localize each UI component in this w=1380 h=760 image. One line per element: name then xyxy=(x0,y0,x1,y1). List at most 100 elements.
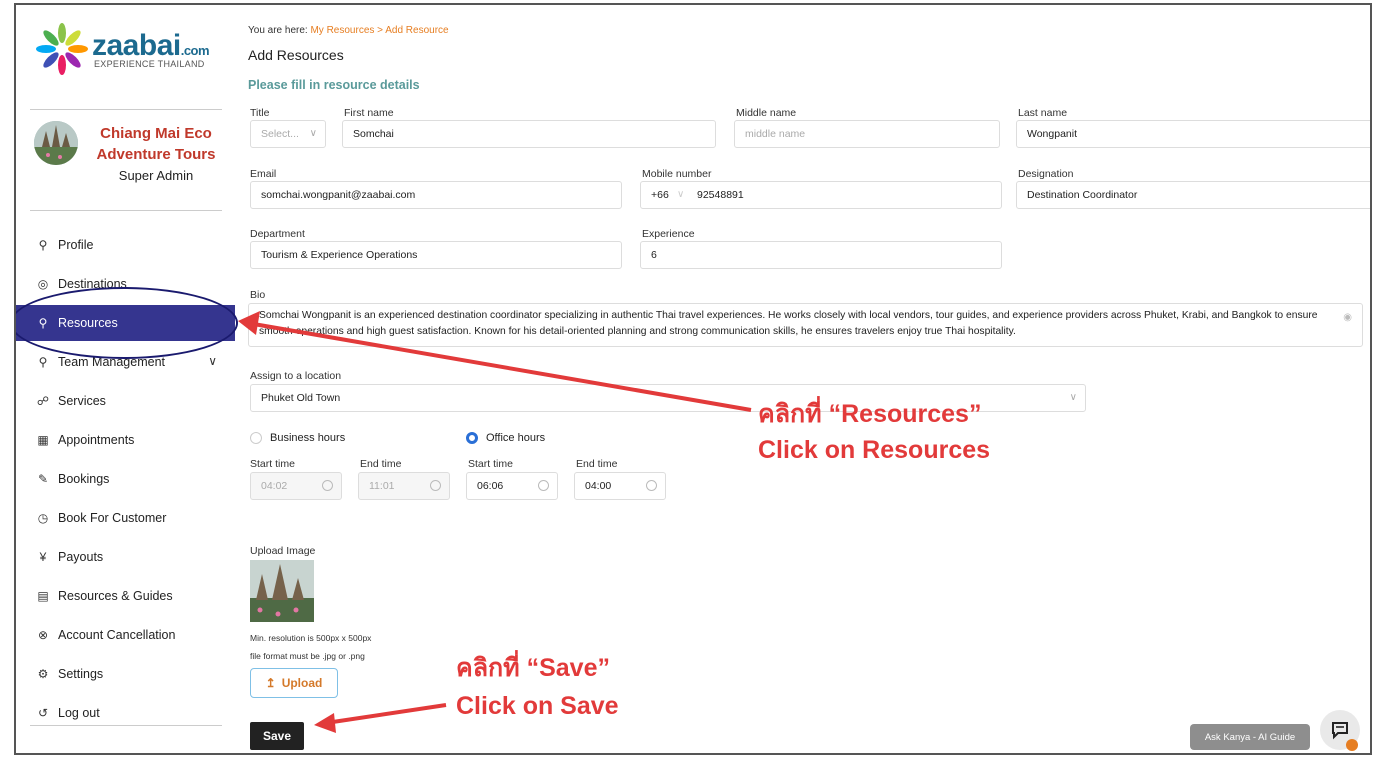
mobile-input[interactable]: +66 ∨ 92548891 xyxy=(640,181,1002,209)
sidebar-item-label: Appointments xyxy=(58,433,135,447)
bio-value: Somchai Wongpanit is an experienced dest… xyxy=(259,310,1318,337)
user-icon: ⚲ xyxy=(38,238,48,252)
brand-tagline: EXPERIENCE THAILAND xyxy=(94,59,205,69)
format-hint: file format must be .jpg or .png xyxy=(250,651,365,661)
first-name-value: Somchai xyxy=(353,128,394,140)
sidebar: zaabai.com EXPERIENCE THAILAND Chiang Ma… xyxy=(16,5,235,753)
experience-input[interactable]: 6 xyxy=(640,241,1002,269)
first-name-label: First name xyxy=(344,107,394,119)
business-hours-label: Business hours xyxy=(270,432,346,444)
clock-icon xyxy=(430,480,441,491)
last-name-value: Wongpanit xyxy=(1027,128,1078,140)
clock-icon xyxy=(646,480,657,491)
org-avatar xyxy=(34,121,78,165)
location-value: Phuket Old Town xyxy=(261,392,341,404)
currency-icon: ¥ xyxy=(39,550,47,564)
chat-icon xyxy=(1332,722,1348,740)
clock-icon xyxy=(538,480,549,491)
department-value: Tourism & Experience Operations xyxy=(261,249,418,261)
business-hours-radio[interactable]: Business hours xyxy=(250,432,345,444)
sidebar-item-appointments[interactable]: ▦ Appointments xyxy=(16,422,231,458)
ask-ai-guide-button[interactable]: Ask Kanya - AI Guide xyxy=(1190,724,1310,750)
business-end-label: End time xyxy=(360,458,402,470)
office-end-input[interactable]: 04:00 xyxy=(574,472,666,500)
office-start-input[interactable]: 06:06 xyxy=(466,472,558,500)
designation-value: Destination Coordinator xyxy=(1027,189,1138,201)
resolution-hint: Min. resolution is 500px x 500px xyxy=(250,633,372,643)
sidebar-item-label: Services xyxy=(58,394,106,408)
mobile-label: Mobile number xyxy=(642,168,712,180)
sidebar-item-label: Resources & Guides xyxy=(58,589,173,603)
office-hours-radio[interactable]: Office hours xyxy=(466,432,545,444)
page-title: Add Resources xyxy=(248,47,344,63)
sidebar-item-profile[interactable]: ⚲ Profile xyxy=(16,227,231,263)
last-name-input[interactable]: Wongpanit xyxy=(1016,120,1370,148)
breadcrumb-my-resources[interactable]: My Resources xyxy=(310,25,374,36)
zaabai-logo-icon xyxy=(36,23,88,75)
app-frame: zaabai.com EXPERIENCE THAILAND Chiang Ma… xyxy=(14,3,1372,755)
logout-icon: ↺ xyxy=(37,706,49,720)
mobile-value: 92548891 xyxy=(697,189,744,201)
breadcrumb-add-resource[interactable]: Add Resource xyxy=(385,25,448,36)
upload-button[interactable]: ↥ Upload xyxy=(250,668,338,698)
org-name: Chiang Mai Eco Adventure Tours xyxy=(96,125,216,163)
middle-name-input[interactable]: middle name xyxy=(734,120,1000,148)
email-label: Email xyxy=(250,168,277,180)
upload-label: Upload Image xyxy=(250,545,316,557)
sidebar-item-account-cancellation[interactable]: ⊗ Account Cancellation xyxy=(16,617,231,653)
sidebar-item-settings[interactable]: ⚙ Settings xyxy=(16,656,231,692)
team-icon: ⚲ xyxy=(38,355,48,369)
clear-icon[interactable]: ◉ xyxy=(1343,310,1352,326)
department-label: Department xyxy=(250,228,305,240)
middle-name-placeholder: middle name xyxy=(745,128,806,140)
country-code-value: +66 xyxy=(651,189,669,201)
uploaded-image-preview xyxy=(250,560,314,622)
sidebar-item-services[interactable]: ☍ Services xyxy=(16,383,231,419)
sidebar-item-label: Log out xyxy=(58,706,100,720)
org-role: Super Admin xyxy=(118,168,194,183)
location-label: Assign to a location xyxy=(250,370,342,382)
sidebar-item-label: Payouts xyxy=(58,550,104,564)
department-input[interactable]: Tourism & Experience Operations xyxy=(250,241,622,269)
title-select[interactable]: Select... ∨ xyxy=(250,120,326,148)
upload-button-label: Upload xyxy=(281,676,323,690)
sidebar-item-payouts[interactable]: ¥ Payouts xyxy=(16,539,231,575)
experience-label: Experience xyxy=(642,228,695,240)
sidebar-item-resources-guides[interactable]: ▤ Resources & Guides xyxy=(16,578,231,614)
gear-icon: ⚙ xyxy=(37,667,49,681)
chevron-down-icon: ∨ xyxy=(309,128,317,139)
office-hours-label: Office hours xyxy=(486,432,546,444)
email-input[interactable]: somchai.wongpanit@zaabai.com xyxy=(250,181,622,209)
chevron-down-icon[interactable]: ∨ xyxy=(208,354,217,368)
breadcrumb: You are here: My Resources > Add Resourc… xyxy=(248,25,449,36)
sidebar-item-label: Settings xyxy=(58,667,104,681)
location-icon: ◎ xyxy=(37,277,49,291)
sidebar-item-bookings[interactable]: ✎ Bookings xyxy=(16,461,231,497)
sidebar-divider xyxy=(30,210,222,211)
business-end-value: 11:01 xyxy=(369,480,395,492)
last-name-label: Last name xyxy=(1018,107,1068,119)
sidebar-item-book-for-customer[interactable]: ◷ Book For Customer xyxy=(16,500,231,536)
chevron-down-icon: ∨ xyxy=(1069,392,1077,403)
experience-value: 6 xyxy=(651,249,657,261)
main-content: You are here: My Resources > Add Resourc… xyxy=(248,5,1370,753)
first-name-input[interactable]: Somchai xyxy=(342,120,716,148)
save-button[interactable]: Save xyxy=(250,722,304,750)
title-select-placeholder: Select... xyxy=(261,128,299,140)
business-start-input[interactable]: 04:02 xyxy=(250,472,342,500)
notification-badge xyxy=(1346,739,1358,751)
office-end-value: 04:00 xyxy=(585,480,612,492)
brand-logo[interactable]: zaabai.com EXPERIENCE THAILAND xyxy=(34,19,224,79)
country-code-select[interactable]: +66 ∨ xyxy=(641,189,693,201)
chevron-down-icon: ∨ xyxy=(677,189,685,200)
annotation-save-en: Click on Save xyxy=(456,692,619,720)
bio-textarea[interactable]: Somchai Wongpanit is an experienced dest… xyxy=(248,303,1363,347)
sidebar-item-label: Bookings xyxy=(58,472,110,486)
middle-name-label: Middle name xyxy=(736,107,797,119)
business-end-input[interactable]: 11:01 xyxy=(358,472,450,500)
designation-label: Designation xyxy=(1018,168,1074,180)
annotation-save-th: คลิกที่ “Save” xyxy=(456,654,610,682)
resources-highlight-ellipse xyxy=(16,287,238,359)
business-start-value: 04:02 xyxy=(261,480,288,492)
designation-input[interactable]: Destination Coordinator xyxy=(1016,181,1370,209)
